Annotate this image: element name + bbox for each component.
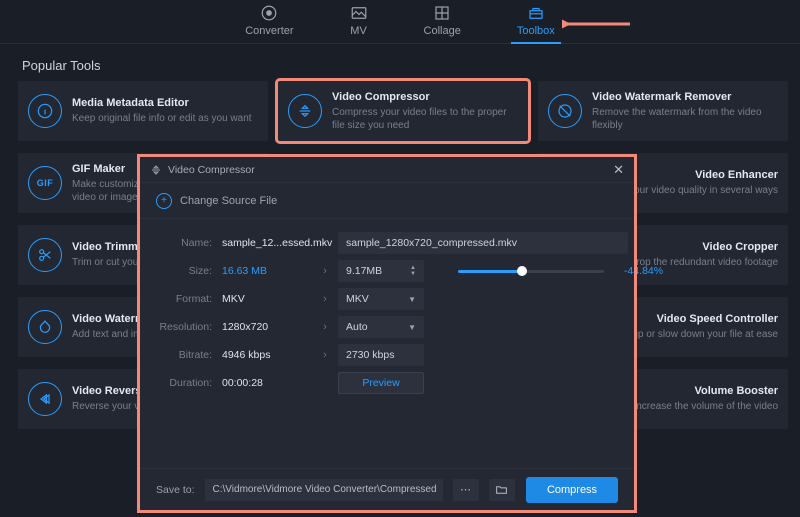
label-resolution: Resolution: xyxy=(140,321,222,333)
video-compressor-dialog-highlight: Video Compressor ✕ + Change Source File … xyxy=(140,157,634,510)
dialog-titlebar: Video Compressor ✕ xyxy=(140,157,634,183)
preview-button-label: Preview xyxy=(362,377,399,389)
nav-label: Converter xyxy=(245,25,293,37)
stepper-arrows-icon[interactable]: ▲▼ xyxy=(410,265,416,277)
target-bitrate-field[interactable]: 2730 kbps xyxy=(338,344,424,366)
card-media-metadata-editor[interactable]: Media Metadata Editor Keep original file … xyxy=(18,81,268,141)
card-title: Video Watermark Remover xyxy=(592,91,778,103)
card-title: Volume Booster xyxy=(633,385,778,397)
value-size-orig: 16.63 MB xyxy=(222,265,312,277)
row-format: Format: MKV › MKV ▼ xyxy=(140,285,634,313)
card-title: Video Cropper xyxy=(629,241,778,253)
compress-button[interactable]: Compress xyxy=(526,477,618,503)
target-size-stepper[interactable]: 9.17MB ▲▼ xyxy=(338,260,424,282)
row-duration: Duration: 00:00:28 Preview xyxy=(140,369,634,397)
row-bitrate: Bitrate: 4946 kbps › 2730 kbps xyxy=(140,341,634,369)
save-to-label: Save to: xyxy=(156,484,195,496)
watermark-icon xyxy=(28,310,62,344)
grid-icon xyxy=(433,4,451,22)
chevron-down-icon: ▼ xyxy=(408,323,416,332)
change-source-label: Change Source File xyxy=(180,195,277,207)
nav-toolbox[interactable]: Toolbox xyxy=(511,4,561,43)
remove-watermark-icon xyxy=(548,94,582,128)
label-format: Format: xyxy=(140,293,222,305)
plus-icon: + xyxy=(156,193,172,209)
card-desc: Keep original file info or edit as you w… xyxy=(72,112,252,125)
nav-label: Toolbox xyxy=(517,25,555,37)
card-desc: Remove the watermark from the video flex… xyxy=(592,106,778,132)
target-bitrate-value: 2730 kbps xyxy=(346,349,394,361)
card-video-compressor[interactable]: Video Compressor Compress your video file… xyxy=(278,81,528,141)
nav-label: Collage xyxy=(424,25,461,37)
slider-knob[interactable] xyxy=(517,266,527,276)
chevron-right-icon: › xyxy=(312,293,338,305)
compress-icon xyxy=(288,94,322,128)
format-select-value: MKV xyxy=(346,293,369,305)
card-desc: Compress your video files to the proper … xyxy=(332,106,518,132)
chevron-right-icon: › xyxy=(312,321,338,333)
card-title: Video Compressor xyxy=(332,91,518,103)
card-title: Media Metadata Editor xyxy=(72,97,252,109)
more-options-button[interactable]: ⋯ xyxy=(453,479,479,501)
preview-button[interactable]: Preview xyxy=(338,372,424,394)
picture-icon xyxy=(350,4,368,22)
row-name: Name: sample_12...essed.mkv › sample_128… xyxy=(140,229,634,257)
save-path-value: C:\Vidmore\Vidmore Video Converter\Compr… xyxy=(213,484,437,495)
card-desc: Increase the volume of the video xyxy=(633,400,778,413)
folder-icon xyxy=(495,483,508,496)
chevron-right-icon: › xyxy=(312,265,338,277)
label-size: Size: xyxy=(140,265,222,277)
slider-fill xyxy=(458,270,522,273)
label-bitrate: Bitrate: xyxy=(140,349,222,361)
change-source-file-button[interactable]: + Change Source File xyxy=(140,183,634,219)
format-select[interactable]: MKV ▼ xyxy=(338,288,424,310)
compress-button-label: Compress xyxy=(547,484,597,496)
compress-icon xyxy=(150,164,162,176)
value-name-short: sample_12...essed.mkv xyxy=(222,237,312,249)
dialog-title-text: Video Compressor xyxy=(168,164,255,176)
target-size-value: 9.17MB xyxy=(346,265,382,277)
annotation-arrow xyxy=(562,18,632,30)
nav-converter[interactable]: Converter xyxy=(239,4,299,43)
output-name-value: sample_1280x720_compressed.mkv xyxy=(346,237,517,249)
nav-collage[interactable]: Collage xyxy=(418,4,467,43)
toolbox-icon xyxy=(527,4,545,22)
top-nav-bar: Converter MV Collage Toolbox xyxy=(0,0,800,44)
target-icon xyxy=(260,4,278,22)
chevron-down-icon: ▼ xyxy=(408,295,416,304)
nav-label: MV xyxy=(350,25,367,37)
scissors-icon xyxy=(28,238,62,272)
video-compressor-dialog: Video Compressor ✕ + Change Source File … xyxy=(140,157,634,510)
save-bar: Save to: C:\Vidmore\Vidmore Video Conver… xyxy=(140,468,634,510)
nav-mv[interactable]: MV xyxy=(344,4,374,43)
resolution-select[interactable]: Auto ▼ xyxy=(338,316,424,338)
compressor-form: Name: sample_12...essed.mkv › sample_128… xyxy=(140,219,634,468)
output-name-input[interactable]: sample_1280x720_compressed.mkv xyxy=(338,232,628,254)
value-duration: 00:00:28 xyxy=(222,377,312,389)
close-icon[interactable]: ✕ xyxy=(613,162,624,178)
label-duration: Duration: xyxy=(140,377,222,389)
row-resolution: Resolution: 1280x720 › Auto ▼ xyxy=(140,313,634,341)
label-name: Name: xyxy=(140,237,222,249)
section-title: Popular Tools xyxy=(0,44,800,81)
size-reduction-percent: -44.84% xyxy=(624,265,663,277)
gif-icon: GIF xyxy=(28,166,62,200)
chevron-right-icon: › xyxy=(312,237,338,249)
open-folder-button[interactable] xyxy=(489,479,515,501)
resolution-select-value: Auto xyxy=(346,321,368,333)
value-resolution: 1280x720 xyxy=(222,321,312,333)
save-path-field[interactable]: C:\Vidmore\Vidmore Video Converter\Compr… xyxy=(205,479,443,501)
value-format: MKV xyxy=(222,293,312,305)
size-slider[interactable] xyxy=(458,270,604,273)
row-size: Size: 16.63 MB › 9.17MB ▲▼ -44.84% xyxy=(140,257,634,285)
card-video-watermark-remover[interactable]: Video Watermark Remover Remove the waterm… xyxy=(538,81,788,141)
value-bitrate: 4946 kbps xyxy=(222,349,312,361)
chevron-right-icon: › xyxy=(312,349,338,361)
ellipsis-icon: ⋯ xyxy=(460,483,471,496)
info-icon xyxy=(28,94,62,128)
reverse-icon xyxy=(28,382,62,416)
